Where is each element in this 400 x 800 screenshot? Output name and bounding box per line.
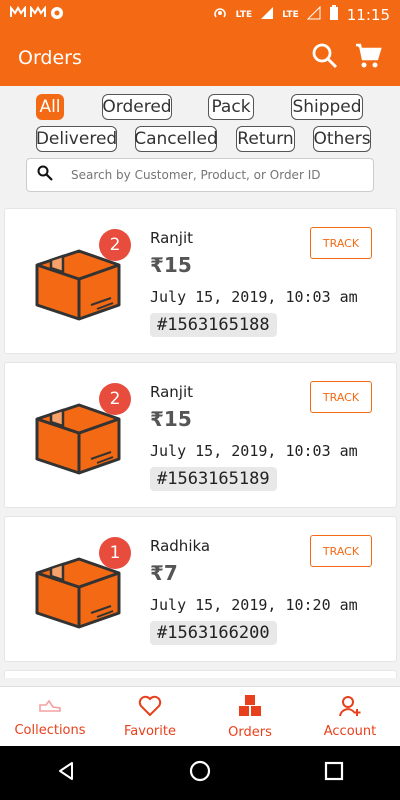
search-bar[interactable] <box>26 158 374 192</box>
order-price: ₹15 <box>150 253 192 277</box>
filter-chip-others[interactable]: Others <box>313 126 371 152</box>
order-date: July 15, 2019, 10:03 am <box>150 288 358 306</box>
recents-icon[interactable] <box>323 760 345 786</box>
item-count-badge: 2 <box>99 229 131 261</box>
track-button[interactable]: TRACK <box>310 381 372 413</box>
hotspot-icon <box>212 5 228 25</box>
nav-favorite[interactable]: Favorite <box>100 687 200 746</box>
nav-collections[interactable]: Collections <box>0 687 100 746</box>
status-bar: LTE LTE 11:15 <box>0 0 400 30</box>
filter-chip-all[interactable]: All <box>36 94 64 120</box>
order-date: July 15, 2019, 10:20 am <box>150 596 358 614</box>
notification-icons <box>10 5 64 24</box>
nav-label: Collections <box>14 722 86 738</box>
item-count-badge: 1 <box>99 537 131 569</box>
signal-icon <box>306 5 321 24</box>
order-id: #1563165188 <box>150 313 277 337</box>
customer-name: Ranjit <box>150 229 194 247</box>
filter-chip-return[interactable]: Return <box>236 126 295 152</box>
order-card[interactable]: 2 Ranjit ₹15 July 15, 2019, 10:03 am #15… <box>4 208 397 354</box>
cart-icon[interactable] <box>354 42 382 74</box>
track-button[interactable]: TRACK <box>310 227 372 259</box>
search-input[interactable] <box>71 168 341 182</box>
nav-label: Orders <box>228 724 272 740</box>
order-date: July 15, 2019, 10:03 am <box>150 442 358 460</box>
nav-orders[interactable]: Orders <box>200 687 300 746</box>
filter-chip-cancelled[interactable]: Cancelled <box>134 126 218 152</box>
home-icon[interactable] <box>188 759 212 787</box>
filter-area: All Ordered Pack Shipped Delivered Cance… <box>0 86 400 204</box>
filter-chip-ordered[interactable]: Ordered <box>102 94 172 120</box>
app-bar: Orders <box>0 30 400 86</box>
search-icon <box>37 165 53 185</box>
filter-chip-shipped[interactable]: Shipped <box>291 94 363 120</box>
nav-label: Favorite <box>124 723 176 739</box>
order-card[interactable] <box>4 670 397 678</box>
back-icon[interactable] <box>55 760 77 786</box>
shoe-icon <box>38 696 62 720</box>
battery-icon <box>329 5 339 25</box>
heart-icon <box>138 695 162 721</box>
filter-chip-delivered[interactable]: Delivered <box>36 126 117 152</box>
order-card[interactable]: 1 Radhika ₹7 July 15, 2019, 10:20 am #15… <box>4 516 397 662</box>
mail-icon <box>10 5 26 24</box>
order-price: ₹15 <box>150 407 192 431</box>
page-title: Orders <box>18 47 82 69</box>
order-id: #1563165189 <box>150 467 277 491</box>
customer-name: Radhika <box>150 537 211 555</box>
filter-chip-pack[interactable]: Pack <box>208 94 254 120</box>
search-icon[interactable] <box>312 43 338 73</box>
order-list: 2 Ranjit ₹15 July 15, 2019, 10:03 am #15… <box>0 208 400 678</box>
order-price: ₹7 <box>150 561 178 585</box>
lte-icon: LTE <box>282 10 299 20</box>
nav-account[interactable]: Account <box>300 687 400 746</box>
system-nav-bar <box>0 746 400 800</box>
order-card[interactable]: 2 Ranjit ₹15 July 15, 2019, 10:03 am #15… <box>4 362 397 508</box>
customer-name: Ranjit <box>150 383 194 401</box>
status-time: 11:15 <box>346 6 390 24</box>
add-user-icon <box>338 695 362 721</box>
item-count-badge: 2 <box>99 383 131 415</box>
track-button[interactable]: TRACK <box>310 535 372 567</box>
mail-icon <box>30 5 46 24</box>
signal-icon <box>260 6 274 24</box>
bottom-nav: Collections Favorite Orders Account <box>0 686 400 746</box>
alert-icon <box>50 6 64 24</box>
order-id: #1563166200 <box>150 621 277 645</box>
lte-icon: LTE <box>235 10 253 20</box>
nav-label: Account <box>323 723 377 739</box>
boxes-icon <box>237 694 263 722</box>
